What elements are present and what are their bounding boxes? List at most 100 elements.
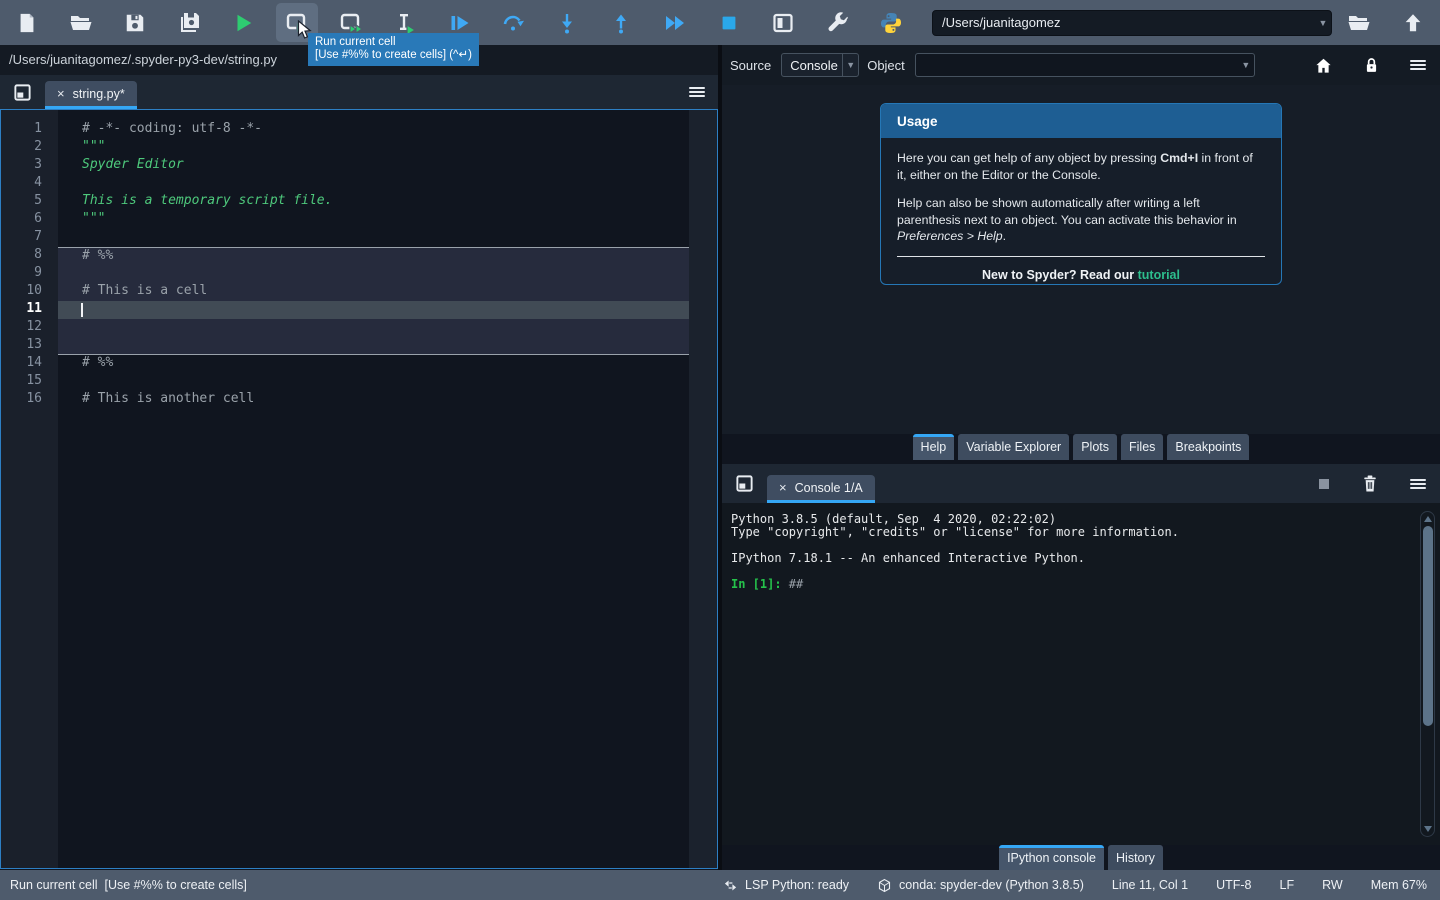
code-text[interactable] [58,319,689,337]
chevron-down-icon[interactable]: ▼ [842,54,858,76]
editor-line-15[interactable]: 15 [1,373,689,391]
step-into-button[interactable] [540,0,594,45]
step-out-button[interactable] [594,0,648,45]
console-options-button[interactable] [1410,477,1426,491]
stop-button[interactable] [702,0,756,45]
code-text[interactable]: Spyder Editor [58,157,689,175]
code-text[interactable]: """ [58,211,689,229]
remove-console-button[interactable] [1362,474,1378,493]
python-environment-button[interactable] [864,0,918,45]
code-text[interactable] [58,229,689,247]
tab-ipython-console[interactable]: IPython console [999,845,1104,870]
open-file-button[interactable] [54,0,108,45]
code-text[interactable]: # -*- coding: utf-8 -*- [58,121,689,139]
editor-line-1[interactable]: 1# -*- coding: utf-8 -*- [1,121,689,139]
code-text[interactable] [58,265,689,283]
browse-tabs-icon[interactable] [13,83,32,102]
editor-line-8[interactable]: 8# %% [1,247,689,265]
continue-icon [663,11,687,35]
scroll-down-icon[interactable] [1424,826,1432,832]
console-line: IPython 7.18.1 -- An enhanced Interactiv… [731,552,1440,565]
editor-line-6[interactable]: 6""" [1,211,689,229]
parent-directory-button[interactable] [1386,0,1440,45]
preferences-button[interactable] [810,0,864,45]
close-icon[interactable]: × [57,86,65,101]
close-icon[interactable]: × [779,480,787,495]
code-text[interactable]: # %% [58,247,689,265]
code-text[interactable] [58,373,689,391]
editor-line-11[interactable]: 11 [1,301,689,319]
line-number: 2 [1,139,42,157]
source-select[interactable]: Console ▼ [781,53,859,77]
editor-line-13[interactable]: 13 [1,337,689,355]
editor-line-14[interactable]: 14# %% [1,355,689,373]
usage-paragraph-2: Help can also be shown automatically aft… [897,195,1265,246]
console-scrollbar[interactable] [1420,511,1435,837]
tab-files[interactable]: Files [1121,434,1163,460]
object-combo[interactable]: ▼ [915,53,1255,77]
editor-scrollbar-gutter[interactable] [689,110,717,868]
line-number: 4 [1,175,42,193]
run-file-button[interactable] [216,0,270,45]
home-button[interactable] [1314,56,1333,75]
tab-help[interactable]: Help [913,434,955,460]
new-file-button[interactable] [0,0,54,45]
code-text[interactable]: # This is another cell [58,391,689,409]
tab-variable-explorer[interactable]: Variable Explorer [958,434,1069,460]
browse-tabs-icon[interactable] [735,474,754,493]
console-header: × Console 1/A [722,464,1440,503]
scrollbar-thumb[interactable] [1423,526,1433,726]
working-directory-value[interactable]: /Users/juanitagomez [933,15,1315,30]
tab-breakpoints[interactable]: Breakpoints [1167,434,1249,460]
code-text[interactable]: This is a temporary script file. [58,193,689,211]
home-icon [1314,56,1333,75]
editor-options-button[interactable] [689,85,705,99]
chevron-down-icon[interactable]: ▼ [1238,60,1254,70]
chevron-down-icon[interactable]: ▼ [1315,18,1331,28]
run-selection-icon [393,11,417,35]
editor-tab-string-py[interactable]: × string.py* [45,81,137,109]
step-over-button[interactable] [486,0,540,45]
working-directory-combo[interactable]: /Users/juanitagomez ▼ [932,10,1332,36]
code-editor[interactable]: 1# -*- coding: utf-8 -*-2"""3Spyder Edit… [0,109,718,869]
editor-line-7[interactable]: 7 [1,229,689,247]
editor-line-5[interactable]: 5This is a temporary script file. [1,193,689,211]
ipython-console[interactable]: Python 3.8.5 (default, Sep 4 2020, 02:22… [722,503,1440,845]
editor-line-10[interactable]: 10# This is a cell [1,283,689,301]
tab-history[interactable]: History [1108,845,1163,870]
tooltip-line1: Run current cell [315,36,472,49]
console-prompt-line[interactable]: In [1]: ## [731,578,1440,591]
tab-plots[interactable]: Plots [1073,434,1117,460]
code-text[interactable]: """ [58,139,689,157]
line-number: 11 [1,301,42,319]
help-options-button[interactable] [1410,58,1426,72]
editor-line-9[interactable]: 9 [1,265,689,283]
save-button[interactable] [108,0,162,45]
tutorial-link[interactable]: tutorial [1138,268,1180,282]
status-bar: Run current cell [Use #%% to create cell… [0,870,1440,900]
code-text[interactable]: # This is a cell [58,283,689,301]
editor-line-2[interactable]: 2 """ [1,139,689,157]
code-text[interactable] [58,301,689,319]
console-line: Type "copyright", "credits" or "license"… [731,526,1440,539]
console-input[interactable]: ## [789,577,803,591]
editor-line-3[interactable]: 3Spyder Editor [1,157,689,175]
text-caret [81,303,83,317]
scroll-up-icon[interactable] [1424,516,1432,522]
browse-working-directory-button[interactable] [1332,0,1386,45]
console-tab-1a[interactable]: × Console 1/A [767,475,875,503]
code-text[interactable] [58,175,689,193]
editor-line-16[interactable]: 16# This is another cell [1,391,689,409]
code-text[interactable] [58,337,689,355]
editor-line-4[interactable]: 4 [1,175,689,193]
usage-pref-path: Preferences > Help [897,229,1003,243]
python-logo-icon [879,11,903,35]
continue-execution-button[interactable] [648,0,702,45]
console-prompt: In [1]: [731,577,789,591]
interrupt-kernel-button[interactable] [1318,478,1330,490]
lock-button[interactable] [1363,56,1380,75]
code-text[interactable]: # %% [58,355,689,373]
editor-line-12[interactable]: 12 [1,319,689,337]
save-all-button[interactable] [162,0,216,45]
maximize-pane-button[interactable] [756,0,810,45]
